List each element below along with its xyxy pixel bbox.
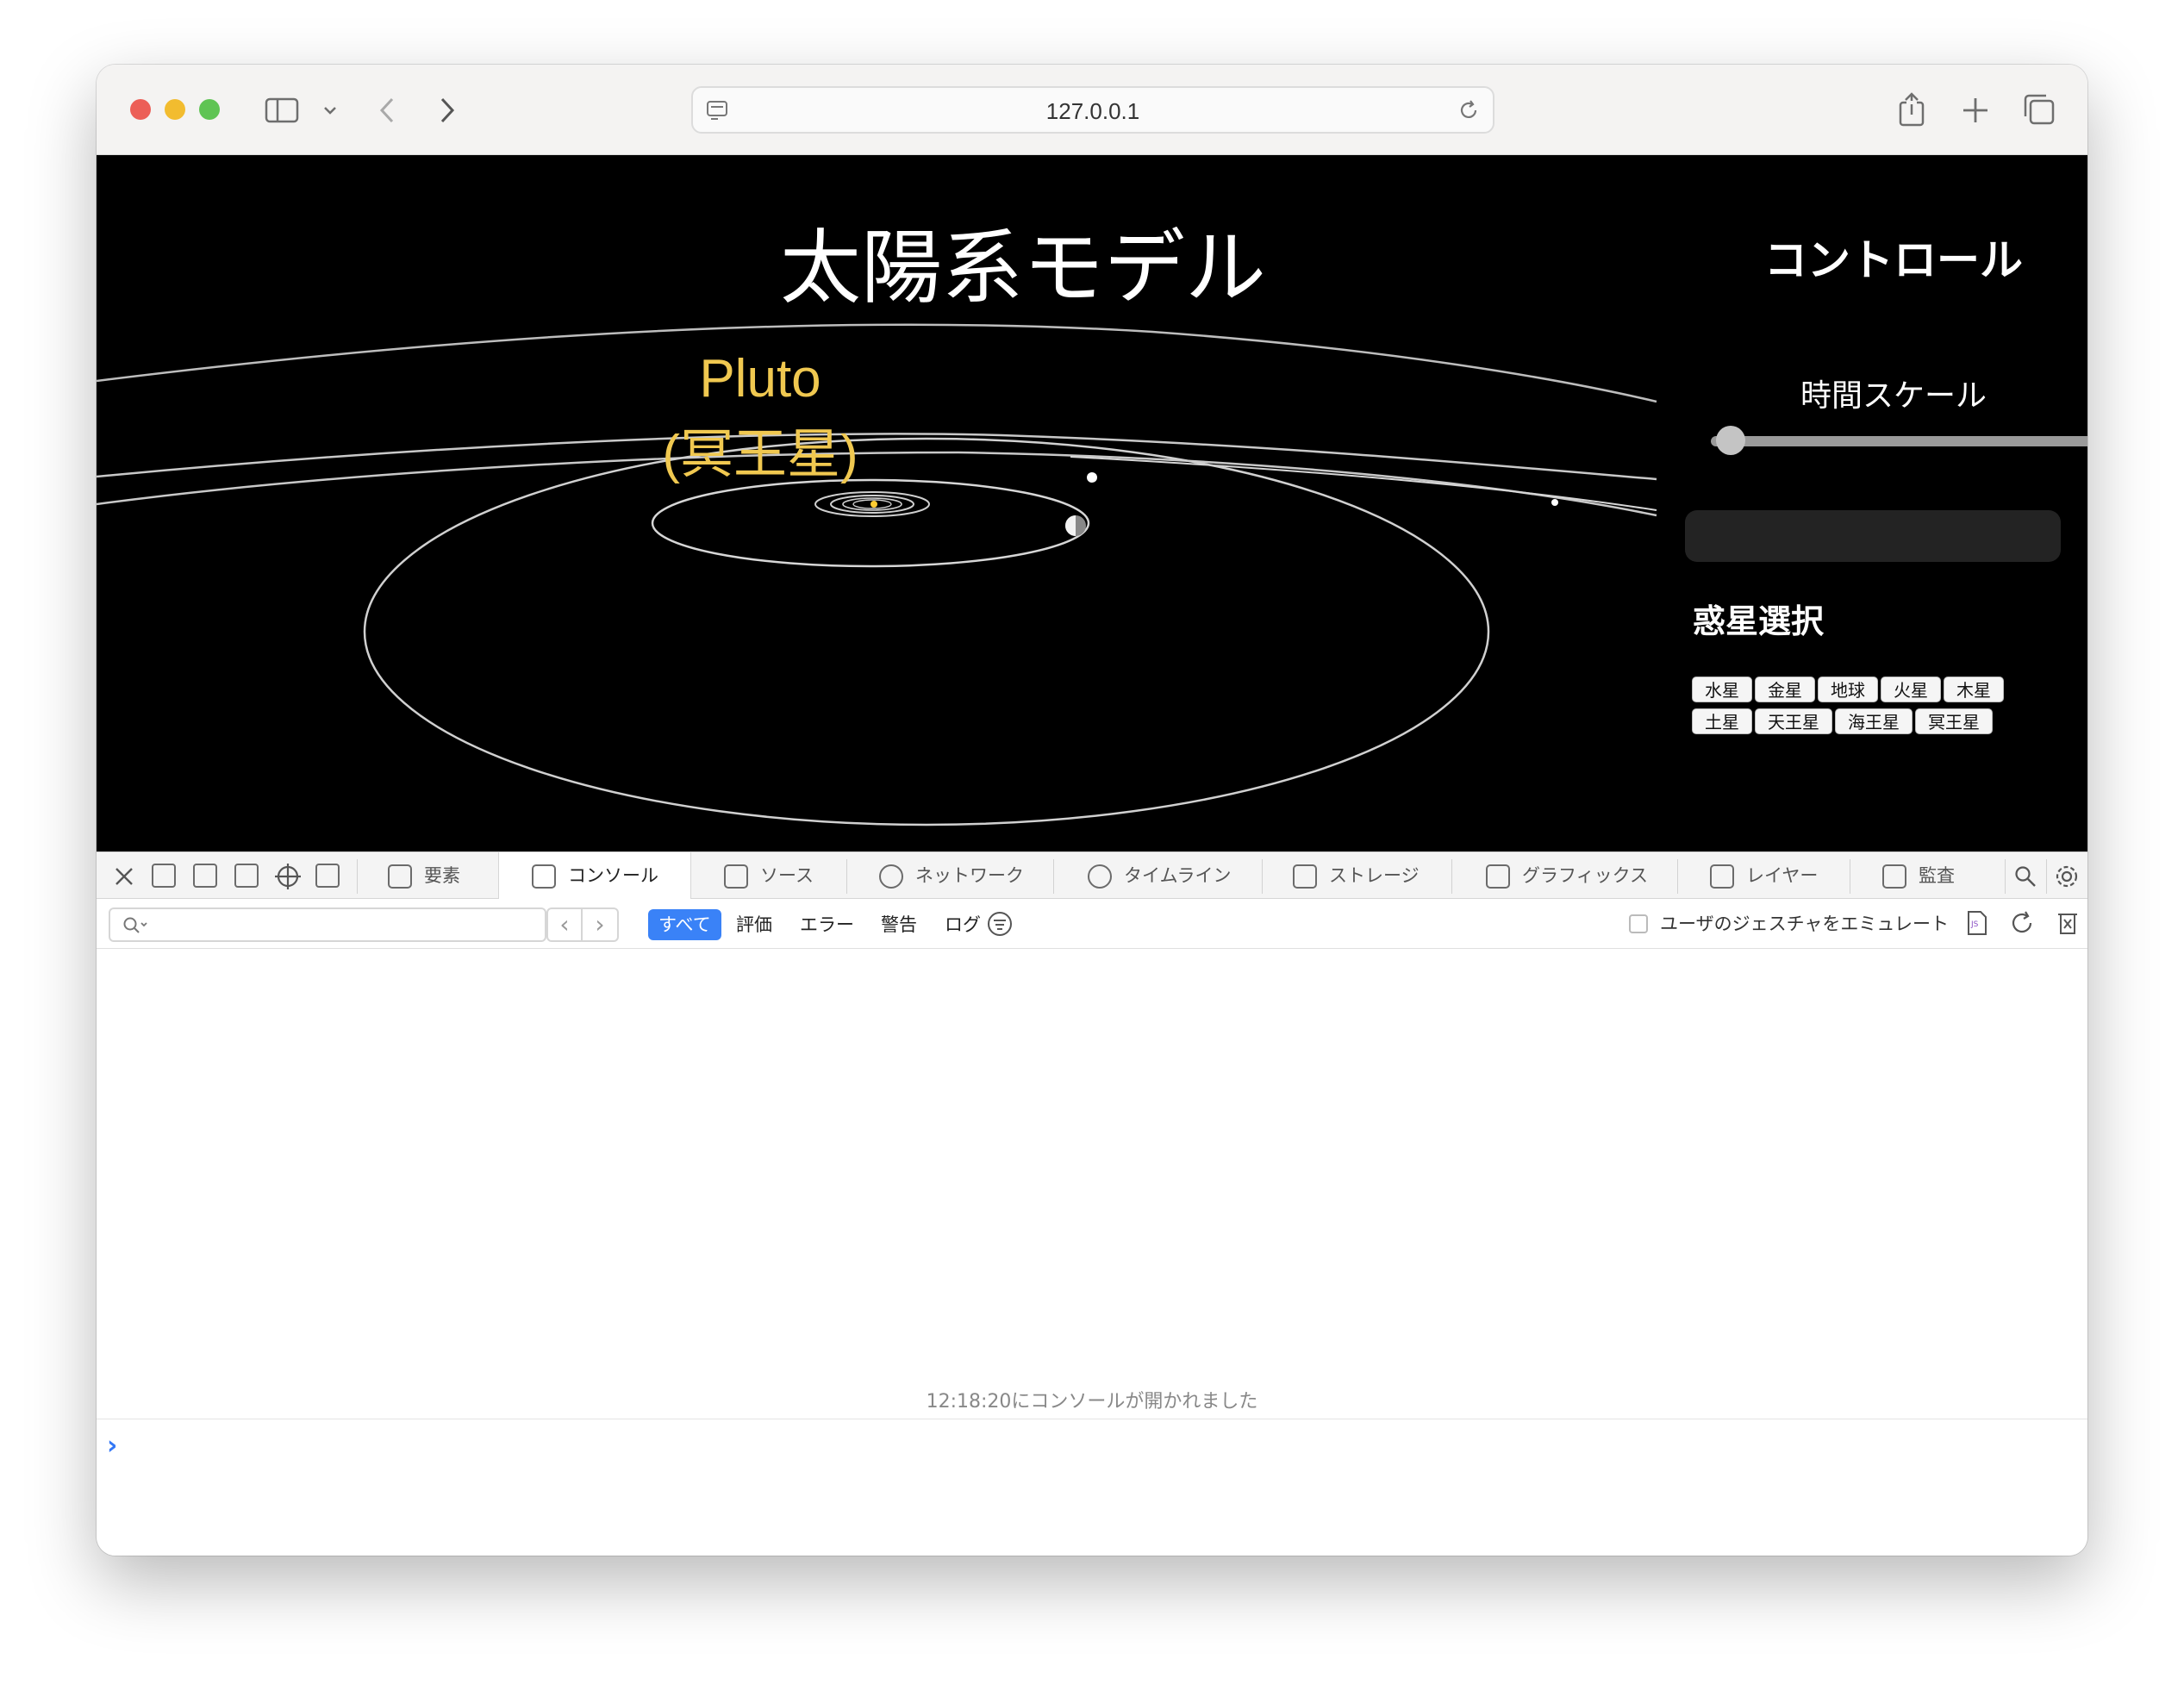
tab-storage[interactable]: ストレージ: [1260, 852, 1450, 900]
url-text: 127.0.0.1: [1045, 98, 1140, 124]
planet-label-ja: (冥王星): [662, 425, 858, 484]
network-icon: [879, 864, 903, 889]
tab-overview-icon[interactable]: [2022, 92, 2056, 127]
orbit-large: [363, 437, 1490, 826]
element-picker-icon[interactable]: [274, 863, 302, 890]
reload-icon[interactable]: [1457, 98, 1481, 122]
back-icon[interactable]: [377, 96, 397, 125]
elements-icon: [388, 864, 412, 889]
planet-button-earth[interactable]: 地球: [1818, 677, 1878, 702]
filter-warnings[interactable]: 警告: [870, 909, 927, 940]
next-match-button[interactable]: ›: [583, 907, 619, 942]
console-search-input[interactable]: [109, 907, 546, 942]
planet-dot-1: [1087, 472, 1097, 483]
planet-button-mars[interactable]: 火星: [1881, 677, 1941, 702]
tab-graphics[interactable]: グラフィックス: [1453, 852, 1677, 900]
sources-icon: [724, 864, 748, 889]
graphics-icon: [1486, 864, 1510, 889]
svg-text:JS: JS: [1970, 920, 1979, 929]
dock-side-icon[interactable]: [193, 864, 217, 888]
controls-title: コントロール: [1764, 235, 2023, 285]
sun: [870, 501, 877, 508]
share-icon[interactable]: [1896, 90, 1927, 128]
planet-select-title: 惑星選択: [1693, 602, 1825, 640]
planet-label-en: Pluto: [699, 349, 821, 409]
emulate-gesture-checkbox[interactable]: ユーザのジェスチャをエミュレート: [1629, 911, 1949, 937]
filter-options-icon[interactable]: [986, 910, 1014, 938]
clear-console-icon[interactable]: [2055, 909, 2081, 937]
orbit-outer-4: [1070, 456, 1657, 511]
planet-button-mercury[interactable]: 水星: [1692, 677, 1752, 702]
planet-button-venus[interactable]: 金星: [1755, 677, 1815, 702]
layers-icon: [1710, 864, 1734, 889]
javascript-snippet-icon[interactable]: JS: [1963, 909, 1991, 937]
planet-button-neptune[interactable]: 海王星: [1835, 708, 1913, 734]
search-icon[interactable]: [2013, 864, 2037, 889]
tab-layers[interactable]: レイヤー: [1677, 852, 1850, 900]
planet-button-saturn[interactable]: 土星: [1692, 708, 1752, 734]
inspector-tab-bar: 要素 コンソール ソース ネットワーク タイムライン ストレージ グラフィックス…: [97, 851, 2087, 900]
focused-planet-label: Pluto (冥王星): [588, 341, 933, 493]
planet-dot-3-lit: [1065, 515, 1076, 536]
new-tab-icon[interactable]: [1961, 96, 1990, 125]
minimize-window-button[interactable]: [165, 99, 185, 120]
filter-logs[interactable]: ログ: [934, 909, 991, 940]
browser-window: 127.0.0.1 太陽系モデル Pluto (冥王星) コントロール 時間スケ…: [97, 65, 2087, 1556]
filter-errors[interactable]: エラー: [789, 909, 864, 940]
tab-timeline[interactable]: タイムライン: [1055, 852, 1262, 900]
time-scale-slider-thumb[interactable]: [1715, 426, 1745, 455]
dock-bottom-icon[interactable]: [152, 864, 176, 888]
planet-button-pluto[interactable]: 冥王星: [1915, 708, 1993, 734]
filter-all[interactable]: すべて: [648, 909, 721, 940]
filter-search-icon: [123, 917, 147, 933]
timeline-icon: [1088, 864, 1112, 889]
time-scale-slider[interactable]: [1711, 436, 2087, 446]
planet-button-uranus[interactable]: 天王星: [1755, 708, 1832, 734]
address-bar[interactable]: 127.0.0.1: [691, 86, 1494, 134]
forward-icon[interactable]: [437, 96, 458, 125]
sidebar-toggle-icon[interactable]: [265, 97, 299, 123]
console-opened-message: 12:18:20にコンソールが開かれました: [926, 1391, 1258, 1413]
console-filter-bar: ‹ › すべて 評価 エラー 警告 ログ ユーザのジェスチャをエミュレート JS: [97, 899, 2087, 949]
planet-info-box: [1685, 510, 2061, 562]
zoom-window-button[interactable]: [199, 99, 220, 120]
tab-audit[interactable]: 監査: [1850, 852, 2005, 900]
web-inspector: 要素 コンソール ソース ネットワーク タイムライン ストレージ グラフィックス…: [97, 851, 2087, 1556]
detach-window-icon[interactable]: [234, 864, 259, 888]
console-icon: [532, 864, 556, 889]
storage-icon: [1293, 864, 1317, 889]
gear-icon[interactable]: [2053, 863, 2081, 890]
refresh-icon[interactable]: [2008, 909, 2036, 937]
tab-sources[interactable]: ソース: [691, 852, 846, 900]
console-prompt-chevron-icon[interactable]: ›: [107, 1431, 117, 1461]
solar-system-page: 太陽系モデル Pluto (冥王星) コントロール 時間スケール 惑星選択 水星…: [97, 155, 2087, 851]
close-inspector-icon[interactable]: [112, 864, 136, 889]
tab-network[interactable]: ネットワーク: [846, 852, 1053, 900]
close-window-button[interactable]: [130, 99, 151, 120]
chevron-down-icon[interactable]: [322, 104, 338, 116]
planet-dot-2: [1551, 499, 1558, 506]
audit-icon: [1882, 864, 1906, 889]
checkbox-box[interactable]: [1629, 914, 1648, 933]
tab-console[interactable]: コンソール: [498, 852, 691, 900]
time-scale-label: 時間スケール: [1800, 378, 1987, 414]
previous-match-button[interactable]: ‹: [546, 907, 583, 942]
planet-button-jupiter[interactable]: 木星: [1944, 677, 2004, 702]
filter-evaluations[interactable]: 評価: [726, 909, 783, 940]
device-settings-icon[interactable]: [315, 864, 340, 888]
title-bar: 127.0.0.1: [97, 65, 2087, 155]
